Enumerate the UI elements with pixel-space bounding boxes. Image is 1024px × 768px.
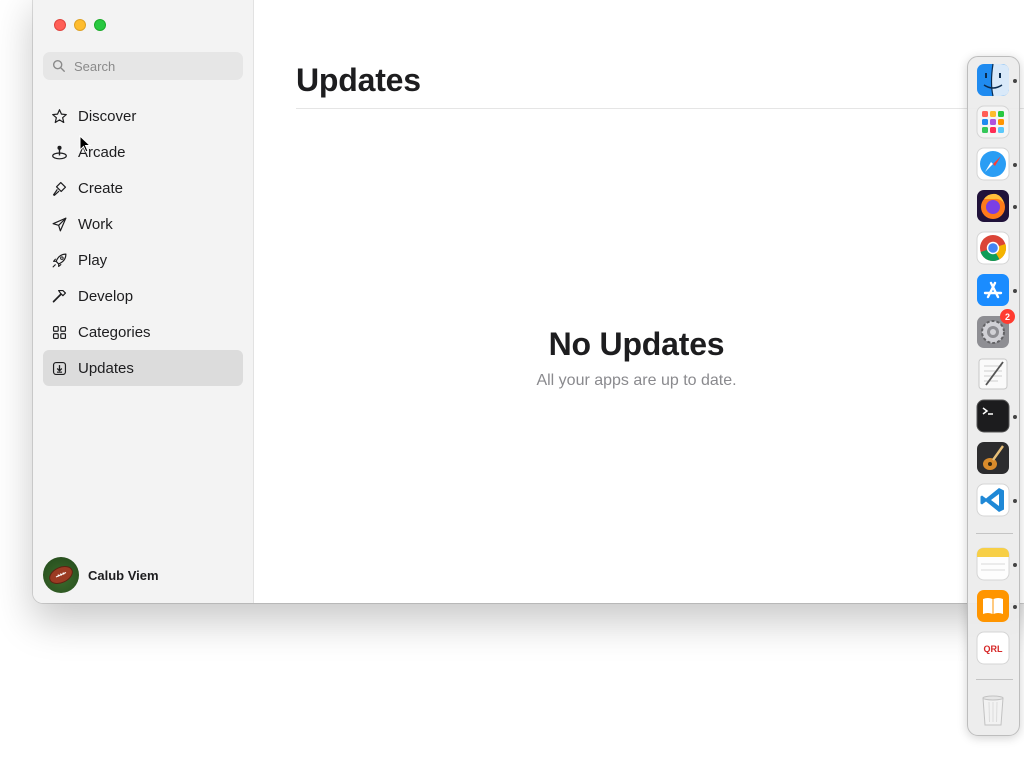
sidebar-item-work[interactable]: Work <box>43 206 243 242</box>
search-icon <box>52 59 65 72</box>
sidebar-item-label: Work <box>78 215 113 233</box>
dock-item-garageband[interactable] <box>976 441 1010 475</box>
sidebar-item-play[interactable]: Play <box>43 242 243 278</box>
search-field[interactable] <box>43 52 243 80</box>
paper-plane-icon <box>50 215 68 233</box>
dock-item-books[interactable] <box>976 589 1010 623</box>
window-controls <box>54 19 106 31</box>
grid-icon <box>50 323 68 341</box>
dock-item-qrl[interactable]: QRL <box>976 631 1010 665</box>
dock-item-textedit[interactable] <box>976 357 1010 391</box>
star-icon <box>50 107 68 125</box>
avatar <box>43 557 79 593</box>
sidebar-item-arcade[interactable]: Arcade <box>43 134 243 170</box>
dock-item-terminal[interactable] <box>976 399 1010 433</box>
running-indicator <box>1013 163 1017 167</box>
dock-item-firefox[interactable] <box>976 189 1010 223</box>
dock-item-system-settings[interactable]: 2 <box>976 309 1015 349</box>
close-window-button[interactable] <box>54 19 66 31</box>
notes-icon <box>976 547 1010 581</box>
qrl-label: QRL <box>984 644 1004 654</box>
sidebar-item-label: Categories <box>78 323 151 341</box>
sidebar-item-label: Develop <box>78 287 134 305</box>
sidebar-item-discover[interactable]: Discover <box>43 98 243 134</box>
mouse-cursor-icon <box>79 135 91 153</box>
notification-badge: 2 <box>1000 309 1015 324</box>
app-store-icon <box>977 274 1009 306</box>
app-store-window: Discover Arcade Create Work <box>33 0 1024 603</box>
user-name: Calub Viem <box>88 567 159 583</box>
textedit-icon <box>978 358 1008 390</box>
sidebar-nav: Discover Arcade Create Work Play Develop… <box>43 98 243 386</box>
sidebar-item-categories[interactable]: Categories <box>43 314 243 350</box>
main-content: Updates No Updates All your apps are up … <box>254 0 1024 603</box>
running-indicator <box>1013 563 1017 567</box>
dock-item-vscode[interactable] <box>976 483 1010 517</box>
download-icon <box>50 359 68 377</box>
dock-item-chrome[interactable] <box>976 231 1010 265</box>
dock-item-notes[interactable] <box>976 547 1010 581</box>
title-divider <box>296 108 1024 109</box>
brush-icon <box>50 179 68 197</box>
sidebar-item-label: Play <box>78 251 108 269</box>
sidebar-item-updates[interactable]: Updates <box>43 350 243 386</box>
dock-item-trash[interactable] <box>976 693 1010 727</box>
page-title: Updates <box>296 62 421 98</box>
sidebar-item-develop[interactable]: Develop <box>43 278 243 314</box>
firefox-icon <box>977 190 1009 222</box>
dock-item-finder[interactable] <box>976 63 1010 97</box>
terminal-icon <box>976 399 1010 433</box>
dock-item-app-store[interactable] <box>976 273 1010 307</box>
sidebar-item-label: Create <box>78 179 124 197</box>
running-indicator <box>1013 415 1017 419</box>
empty-state-title: No Updates <box>548 326 725 362</box>
zoom-window-button[interactable] <box>94 19 106 31</box>
football-icon <box>49 566 73 584</box>
sidebar-item-create[interactable]: Create <box>43 170 243 206</box>
running-indicator <box>1013 499 1017 503</box>
vscode-icon <box>976 483 1010 517</box>
dock-item-safari[interactable] <box>976 147 1010 181</box>
running-indicator <box>1013 605 1017 609</box>
safari-icon <box>976 147 1010 181</box>
running-indicator <box>1013 205 1017 209</box>
sidebar-item-label: Discover <box>78 107 137 125</box>
joystick-icon <box>50 143 68 161</box>
sidebar: Discover Arcade Create Work <box>33 0 254 603</box>
finder-icon <box>977 63 1009 97</box>
search-input[interactable] <box>74 58 234 74</box>
empty-state: No Updates All your apps are up to date. <box>296 326 977 390</box>
garageband-icon <box>977 442 1009 474</box>
launchpad-icon <box>976 105 1010 139</box>
running-indicator <box>1013 79 1017 83</box>
books-icon <box>977 590 1009 622</box>
trash-icon <box>982 695 1004 726</box>
user-account[interactable]: Calub Viem <box>43 557 159 593</box>
running-indicator <box>1013 289 1017 293</box>
sidebar-item-label: Updates <box>78 359 134 377</box>
chrome-icon <box>976 231 1010 265</box>
rocket-icon <box>50 251 68 269</box>
hammer-icon <box>50 287 68 305</box>
dock-separator <box>976 679 1013 680</box>
dock-item-launchpad[interactable] <box>976 105 1010 139</box>
qrl-icon: QRL <box>976 631 1010 665</box>
dock-separator <box>976 533 1013 534</box>
dock: 2 QRL <box>967 56 1020 736</box>
empty-state-subtitle: All your apps are up to date. <box>536 372 737 389</box>
minimize-window-button[interactable] <box>74 19 86 31</box>
